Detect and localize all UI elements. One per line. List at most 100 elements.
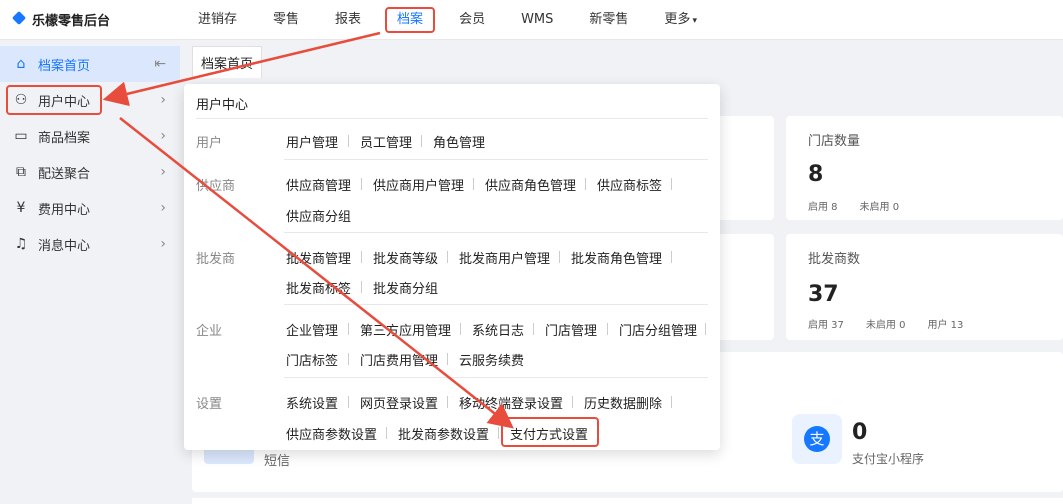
sidebar-item-fee-center[interactable]: ¥ 费用中心 ›: [0, 190, 180, 226]
link-enterprise-manage[interactable]: 企业管理: [286, 320, 338, 339]
link-staff-manage[interactable]: 员工管理: [360, 132, 412, 151]
link-history-delete[interactable]: 历史数据删除: [584, 393, 662, 412]
separator: [386, 427, 387, 439]
nav-archive[interactable]: 档案: [379, 0, 441, 40]
chevron-right-icon: ›: [160, 128, 166, 144]
link-supplier-role-manage[interactable]: 供应商角色管理: [485, 175, 576, 194]
nav-reports[interactable]: 报表: [317, 0, 379, 40]
chevron-right-icon: ›: [160, 164, 166, 180]
link-user-manage[interactable]: 用户管理: [286, 132, 338, 151]
nav-new-retail[interactable]: 新零售: [571, 0, 646, 40]
store-count-value: 8: [808, 162, 824, 187]
tab-archive-home[interactable]: 档案首页: [192, 46, 263, 78]
chevron-right-icon: ›: [160, 236, 166, 252]
divider: [284, 232, 708, 233]
home-icon: ⌂: [16, 56, 26, 72]
collapse-icon[interactable]: ⇤: [154, 56, 166, 72]
link-supplier-manage[interactable]: 供应商管理: [286, 175, 351, 194]
wholesaler-count-card: 批发商数 37 启用 37 未启用 0 用户 13: [786, 234, 1063, 340]
link-wholesaler-manage[interactable]: 批发商管理: [286, 248, 351, 267]
nav-retail[interactable]: 零售: [255, 0, 317, 40]
separator: [421, 135, 422, 147]
link-supplier-tags[interactable]: 供应商标签: [597, 175, 662, 194]
link-third-party-apps[interactable]: 第三方应用管理: [360, 320, 451, 339]
app-title: 乐檬零售后台: [32, 14, 111, 29]
sidebar-item-message-center[interactable]: ♫ 消息中心 ›: [0, 226, 180, 262]
wholesaler-count-sub: 启用 37 未启用 0 用户 13: [808, 320, 964, 331]
yen-icon: ¥: [16, 200, 26, 216]
alipay-label: 支付宝小程序: [852, 452, 925, 466]
divider: [196, 118, 708, 119]
link-wholesaler-levels[interactable]: 批发商等级: [373, 248, 438, 267]
store-count-label: 门店数量: [808, 134, 861, 149]
separator: [447, 251, 448, 263]
separator: [361, 178, 362, 190]
link-wholesaler-role-manage[interactable]: 批发商角色管理: [571, 248, 662, 267]
separator: [447, 353, 448, 365]
section-label-supplier: 供应商: [196, 179, 236, 194]
alipay-icon: 支: [792, 414, 842, 464]
product-icon: ▭: [14, 128, 28, 144]
separator: [533, 323, 534, 335]
link-wholesaler-tags[interactable]: 批发商标签: [286, 278, 351, 297]
separator: [498, 427, 499, 439]
separator: [361, 251, 362, 263]
link-role-manage[interactable]: 角色管理: [433, 132, 485, 151]
separator: [348, 353, 349, 365]
link-web-login-settings[interactable]: 网页登录设置: [360, 393, 438, 412]
link-wholesaler-params[interactable]: 批发商参数设置: [398, 424, 489, 443]
link-wholesaler-groups[interactable]: 批发商分组: [373, 278, 438, 297]
separator: [447, 396, 448, 408]
chevron-right-icon: ›: [160, 200, 166, 216]
link-system-settings[interactable]: 系统设置: [286, 393, 338, 412]
link-supplier-groups[interactable]: 供应商分组: [286, 206, 351, 225]
sidebar-item-label: 档案首页: [38, 58, 91, 74]
nav-jinxiaocun[interactable]: 进销存: [180, 0, 255, 40]
section-label-enterprise: 企业: [196, 324, 223, 339]
nav-wms[interactable]: WMS: [503, 0, 571, 40]
link-system-log[interactable]: 系统日志: [472, 320, 524, 339]
sidebar-item-label: 消息中心: [38, 238, 91, 254]
separator: [671, 251, 672, 263]
user-center-dropdown: 用户中心 用户 用户管理 员工管理 角色管理 供应商 供应商管理 供应商用户管理…: [184, 84, 720, 450]
highlight-box: [385, 6, 436, 33]
separator: [361, 281, 362, 293]
separator: [671, 178, 672, 190]
separator: [671, 396, 672, 408]
sidebar-item-label: 商品档案: [38, 130, 91, 146]
link-store-manage[interactable]: 门店管理: [545, 320, 597, 339]
nav-more[interactable]: 更多 ▾: [646, 0, 715, 40]
app-logo[interactable]: 乐檬零售后台: [0, 10, 180, 29]
link-wholesaler-user-manage[interactable]: 批发商用户管理: [459, 248, 550, 267]
separator: [473, 178, 474, 190]
caret-down-icon: ▾: [692, 15, 697, 26]
top-nav: 进销存 零售 报表 档案 会员 WMS 新零售 更多 ▾: [180, 0, 715, 40]
sidebar: ⌂ 档案首页 ⇤ ⚇ 用户中心 › ▭ 商品档案 › ⧉ 配送聚合 › ¥ 费用…: [0, 40, 180, 504]
separator: [585, 178, 586, 190]
highlight-box: [501, 417, 599, 447]
link-store-fee-manage[interactable]: 门店费用管理: [360, 350, 438, 369]
highlight-box: [6, 85, 102, 115]
separator: [572, 396, 573, 408]
sidebar-item-label: 配送聚合: [38, 166, 91, 182]
link-supplier-params[interactable]: 供应商参数设置: [286, 424, 377, 443]
sidebar-item-user-center[interactable]: ⚇ 用户中心 ›: [0, 82, 180, 118]
link-cloud-renewal[interactable]: 云服务续费: [459, 350, 524, 369]
wholesaler-count-value: 37: [808, 282, 839, 307]
link-mobile-login-settings[interactable]: 移动终端登录设置: [459, 393, 563, 412]
divider: [284, 304, 708, 305]
next-card: [192, 498, 1063, 504]
link-supplier-user-manage[interactable]: 供应商用户管理: [373, 175, 464, 194]
separator: [348, 396, 349, 408]
link-store-group-manage[interactable]: 门店分组管理: [619, 320, 697, 339]
separator: [348, 323, 349, 335]
sidebar-item-delivery[interactable]: ⧉ 配送聚合 ›: [0, 154, 180, 190]
link-store-tags[interactable]: 门店标签: [286, 350, 338, 369]
sidebar-item-archive-home[interactable]: ⌂ 档案首页 ⇤: [0, 46, 180, 82]
alipay-count: 0: [852, 420, 868, 445]
sidebar-item-product-archive[interactable]: ▭ 商品档案 ›: [0, 118, 180, 154]
top-bar: 乐檬零售后台 进销存 零售 报表 档案 会员 WMS 新零售 更多 ▾: [0, 0, 1063, 40]
store-count-sub: 启用 8 未启用 0: [808, 202, 900, 213]
nav-member[interactable]: 会员: [441, 0, 503, 40]
separator: [607, 323, 608, 335]
